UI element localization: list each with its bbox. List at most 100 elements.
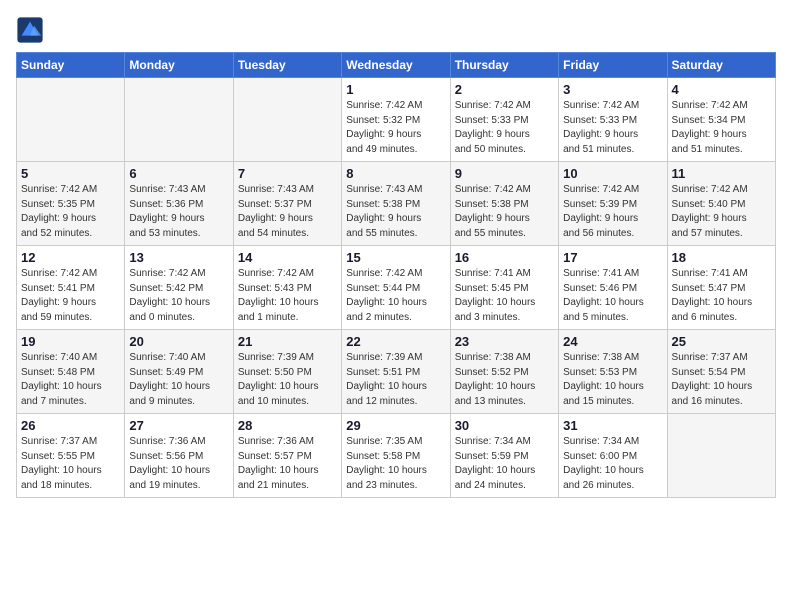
week-row-1: 1 Sunrise: 7:42 AM Sunset: 5:32 PM Daylig… bbox=[17, 78, 776, 162]
weekday-header-saturday: Saturday bbox=[667, 53, 775, 78]
calendar-cell: 21Sunrise: 7:39 AM Sunset: 5:50 PM Dayli… bbox=[233, 330, 341, 414]
calendar-cell: 24 Sunrise: 7:38 AM Sunset: 5:53 PM Dayli… bbox=[559, 330, 667, 414]
calendar-cell: 7 Sunrise: 7:43 AM Sunset: 5:37 PM Daylig… bbox=[233, 162, 341, 246]
day-number: 24 bbox=[563, 334, 662, 349]
day-info: Sunrise: 7:42 AM Sunset: 5:39 PM Dayligh… bbox=[563, 183, 662, 241]
weekday-header-friday: Friday bbox=[559, 53, 667, 78]
calendar-cell bbox=[233, 78, 341, 162]
logo bbox=[16, 16, 48, 44]
day-number: 6 bbox=[129, 166, 228, 181]
day-number: 4 bbox=[672, 82, 771, 97]
day-number: 2 bbox=[455, 82, 554, 97]
day-info: Sunrise: 7:38 AM Sunset: 5:53 PM Dayligh… bbox=[563, 351, 662, 409]
day-info: Sunrise: 7:42 AM Sunset: 5:42 PM Dayligh… bbox=[129, 267, 228, 325]
calendar-cell: 1 Sunrise: 7:42 AM Sunset: 5:32 PM Daylig… bbox=[342, 78, 450, 162]
calendar-cell: 16 Sunrise: 7:41 AM Sunset: 5:45 PM Dayli… bbox=[450, 246, 558, 330]
calendar-cell: 25Sunrise: 7:37 AM Sunset: 5:54 PM Dayli… bbox=[667, 330, 775, 414]
day-number: 12 bbox=[21, 250, 120, 265]
weekday-header-wednesday: Wednesday bbox=[342, 53, 450, 78]
weekday-header-sunday: Sunday bbox=[17, 53, 125, 78]
calendar-cell bbox=[125, 78, 233, 162]
day-number: 1 bbox=[346, 82, 445, 97]
day-info: Sunrise: 7:42 AM Sunset: 5:40 PM Dayligh… bbox=[672, 183, 771, 241]
calendar-cell: 8Sunrise: 7:43 AM Sunset: 5:38 PM Daylig… bbox=[342, 162, 450, 246]
calendar-cell: 19 Sunrise: 7:40 AM Sunset: 5:48 PM Dayli… bbox=[17, 330, 125, 414]
day-info: Sunrise: 7:42 AM Sunset: 5:35 PM Dayligh… bbox=[21, 183, 120, 241]
day-number: 7 bbox=[238, 166, 337, 181]
day-number: 29 bbox=[346, 418, 445, 433]
day-info: Sunrise: 7:41 AM Sunset: 5:47 PM Dayligh… bbox=[672, 267, 771, 325]
calendar-cell: 23 Sunrise: 7:38 AM Sunset: 5:52 PM Dayli… bbox=[450, 330, 558, 414]
day-info: Sunrise: 7:35 AM Sunset: 5:58 PM Dayligh… bbox=[346, 435, 445, 493]
calendar-cell: 15 Sunrise: 7:42 AM Sunset: 5:44 PM Dayli… bbox=[342, 246, 450, 330]
calendar-cell: 28 Sunrise: 7:36 AM Sunset: 5:57 PM Dayli… bbox=[233, 414, 341, 498]
day-number: 11 bbox=[672, 166, 771, 181]
day-number: 19 bbox=[21, 334, 120, 349]
day-info: Sunrise: 7:43 AM Sunset: 5:36 PM Dayligh… bbox=[129, 183, 228, 241]
calendar-cell bbox=[667, 414, 775, 498]
day-info: Sunrise: 7:42 AM Sunset: 5:43 PM Dayligh… bbox=[238, 267, 337, 325]
day-number: 28 bbox=[238, 418, 337, 433]
day-info: Sunrise: 7:40 AM Sunset: 5:48 PM Dayligh… bbox=[21, 351, 120, 409]
day-info: Sunrise: 7:36 AM Sunset: 5:57 PM Dayligh… bbox=[238, 435, 337, 493]
calendar-cell: 14 Sunrise: 7:42 AM Sunset: 5:43 PM Dayli… bbox=[233, 246, 341, 330]
day-number: 26 bbox=[21, 418, 120, 433]
day-info: Sunrise: 7:40 AM Sunset: 5:49 PM Dayligh… bbox=[129, 351, 228, 409]
calendar-cell: 6 Sunrise: 7:43 AM Sunset: 5:36 PM Daylig… bbox=[125, 162, 233, 246]
calendar-table: SundayMondayTuesdayWednesdayThursdayFrid… bbox=[16, 52, 776, 498]
calendar-cell: 10Sunrise: 7:42 AM Sunset: 5:39 PM Dayli… bbox=[559, 162, 667, 246]
day-info: Sunrise: 7:41 AM Sunset: 5:45 PM Dayligh… bbox=[455, 267, 554, 325]
calendar-cell: 18 Sunrise: 7:41 AM Sunset: 5:47 PM Dayli… bbox=[667, 246, 775, 330]
day-info: Sunrise: 7:37 AM Sunset: 5:55 PM Dayligh… bbox=[21, 435, 120, 493]
day-info: Sunrise: 7:39 AM Sunset: 5:51 PM Dayligh… bbox=[346, 351, 445, 409]
day-number: 5 bbox=[21, 166, 120, 181]
day-info: Sunrise: 7:34 AM Sunset: 5:59 PM Dayligh… bbox=[455, 435, 554, 493]
calendar-cell: 9 Sunrise: 7:42 AM Sunset: 5:38 PM Daylig… bbox=[450, 162, 558, 246]
day-info: Sunrise: 7:42 AM Sunset: 5:38 PM Dayligh… bbox=[455, 183, 554, 241]
day-info: Sunrise: 7:38 AM Sunset: 5:52 PM Dayligh… bbox=[455, 351, 554, 409]
day-info: Sunrise: 7:43 AM Sunset: 5:37 PM Dayligh… bbox=[238, 183, 337, 241]
day-number: 17 bbox=[563, 250, 662, 265]
calendar-cell: 3 Sunrise: 7:42 AM Sunset: 5:33 PM Daylig… bbox=[559, 78, 667, 162]
day-info: Sunrise: 7:36 AM Sunset: 5:56 PM Dayligh… bbox=[129, 435, 228, 493]
day-number: 15 bbox=[346, 250, 445, 265]
calendar-cell: 31Sunrise: 7:34 AM Sunset: 6:00 PM Dayli… bbox=[559, 414, 667, 498]
week-row-3: 12 Sunrise: 7:42 AM Sunset: 5:41 PM Dayli… bbox=[17, 246, 776, 330]
calendar-cell: 30 Sunrise: 7:34 AM Sunset: 5:59 PM Dayli… bbox=[450, 414, 558, 498]
day-info: Sunrise: 7:39 AM Sunset: 5:50 PM Dayligh… bbox=[238, 351, 337, 409]
weekday-header-monday: Monday bbox=[125, 53, 233, 78]
day-number: 23 bbox=[455, 334, 554, 349]
calendar-cell: 12 Sunrise: 7:42 AM Sunset: 5:41 PM Dayli… bbox=[17, 246, 125, 330]
calendar-cell: 4 Sunrise: 7:42 AM Sunset: 5:34 PM Daylig… bbox=[667, 78, 775, 162]
day-number: 22 bbox=[346, 334, 445, 349]
day-number: 8 bbox=[346, 166, 445, 181]
day-number: 14 bbox=[238, 250, 337, 265]
day-info: Sunrise: 7:42 AM Sunset: 5:32 PM Dayligh… bbox=[346, 99, 445, 157]
weekday-header-thursday: Thursday bbox=[450, 53, 558, 78]
day-info: Sunrise: 7:42 AM Sunset: 5:33 PM Dayligh… bbox=[563, 99, 662, 157]
day-number: 30 bbox=[455, 418, 554, 433]
day-number: 3 bbox=[563, 82, 662, 97]
day-info: Sunrise: 7:42 AM Sunset: 5:33 PM Dayligh… bbox=[455, 99, 554, 157]
week-row-5: 26 Sunrise: 7:37 AM Sunset: 5:55 PM Dayli… bbox=[17, 414, 776, 498]
calendar-cell: 11 Sunrise: 7:42 AM Sunset: 5:40 PM Dayli… bbox=[667, 162, 775, 246]
day-number: 18 bbox=[672, 250, 771, 265]
calendar-cell bbox=[17, 78, 125, 162]
calendar-cell: 13Sunrise: 7:42 AM Sunset: 5:42 PM Dayli… bbox=[125, 246, 233, 330]
day-number: 27 bbox=[129, 418, 228, 433]
calendar-cell: 20 Sunrise: 7:40 AM Sunset: 5:49 PM Dayli… bbox=[125, 330, 233, 414]
day-info: Sunrise: 7:42 AM Sunset: 5:41 PM Dayligh… bbox=[21, 267, 120, 325]
logo-icon bbox=[16, 16, 44, 44]
day-info: Sunrise: 7:42 AM Sunset: 5:34 PM Dayligh… bbox=[672, 99, 771, 157]
day-info: Sunrise: 7:42 AM Sunset: 5:44 PM Dayligh… bbox=[346, 267, 445, 325]
day-number: 9 bbox=[455, 166, 554, 181]
day-number: 20 bbox=[129, 334, 228, 349]
calendar-cell: 2 Sunrise: 7:42 AM Sunset: 5:33 PM Daylig… bbox=[450, 78, 558, 162]
day-info: Sunrise: 7:34 AM Sunset: 6:00 PM Dayligh… bbox=[563, 435, 662, 493]
calendar-cell: 27 Sunrise: 7:36 AM Sunset: 5:56 PM Dayli… bbox=[125, 414, 233, 498]
day-number: 16 bbox=[455, 250, 554, 265]
day-number: 25 bbox=[672, 334, 771, 349]
weekday-header-tuesday: Tuesday bbox=[233, 53, 341, 78]
calendar-cell: 22 Sunrise: 7:39 AM Sunset: 5:51 PM Dayli… bbox=[342, 330, 450, 414]
calendar-cell: 29 Sunrise: 7:35 AM Sunset: 5:58 PM Dayli… bbox=[342, 414, 450, 498]
